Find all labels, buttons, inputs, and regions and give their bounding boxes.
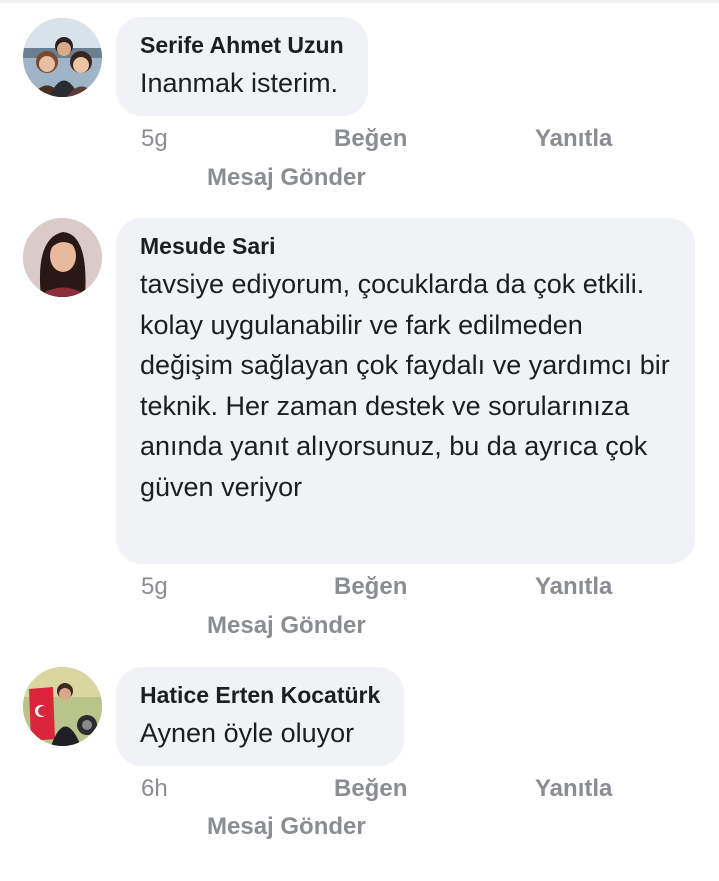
comment-bubble: Mesude Sari tavsiye ediyorum, çocuklarda…	[116, 218, 695, 564]
comment-text: Inanmak isterim.	[140, 68, 339, 98]
comment-actions: 6h Beğen Yanıtla	[0, 775, 719, 805]
reply-button[interactable]: Yanıtla	[535, 775, 612, 803]
like-button[interactable]: Beğen	[334, 775, 407, 803]
comment-actions: 5g Beğen Yanıtla	[0, 573, 719, 603]
top-divider	[0, 0, 719, 3]
avatar[interactable]	[23, 667, 102, 746]
avatar[interactable]	[23, 218, 102, 297]
reply-button[interactable]: Yanıtla	[535, 573, 612, 601]
comment-text: Aynen öyle oluyor	[140, 718, 355, 748]
comment-text: tavsiye ediyorum, çocuklarda da çok etki…	[140, 269, 670, 502]
avatar[interactable]	[23, 18, 102, 97]
send-message-button[interactable]: Mesaj Gönder	[207, 164, 366, 192]
comment-time[interactable]: 5g	[141, 573, 168, 601]
group-photo-avatar-icon	[23, 18, 102, 97]
portrait-avatar-icon	[23, 218, 102, 297]
comment-bubble: Hatice Erten Kocatürk Aynen öyle oluyor	[116, 667, 405, 766]
reply-button[interactable]: Yanıtla	[535, 125, 612, 153]
comment-bubble: Serife Ahmet Uzun Inanmak isterim.	[116, 17, 368, 116]
send-message-button[interactable]: Mesaj Gönder	[207, 813, 366, 841]
flag-photo-avatar-icon	[23, 667, 102, 746]
comment-time[interactable]: 5g	[141, 125, 168, 153]
comment-actions: 5g Beğen Yanıtla	[0, 125, 719, 155]
comment-time[interactable]: 6h	[141, 775, 168, 803]
comment-author[interactable]: Serife Ahmet Uzun	[140, 31, 344, 59]
like-button[interactable]: Beğen	[334, 125, 407, 153]
like-button[interactable]: Beğen	[334, 573, 407, 601]
comment-author[interactable]: Hatice Erten Kocatürk	[140, 681, 380, 709]
comment-author[interactable]: Mesude Sari	[140, 232, 671, 260]
send-message-button[interactable]: Mesaj Gönder	[207, 612, 366, 640]
